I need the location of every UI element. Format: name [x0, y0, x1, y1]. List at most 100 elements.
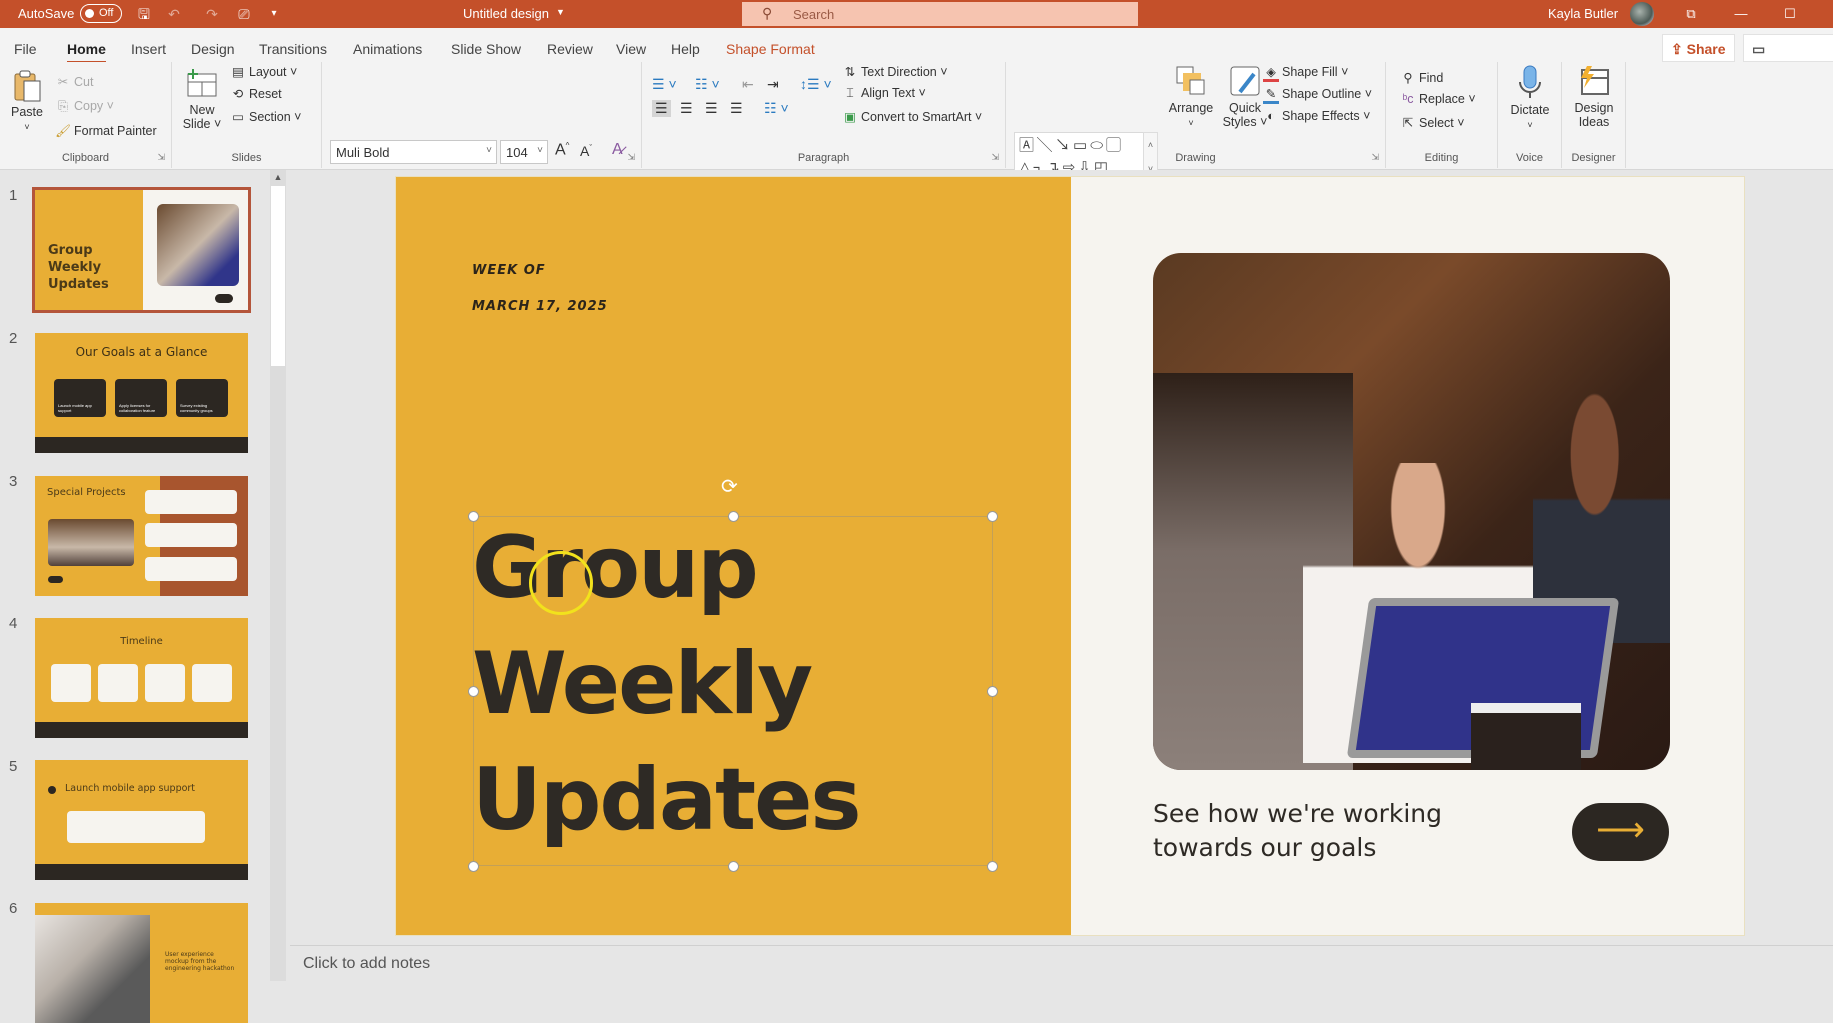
- decrease-indent-icon[interactable]: ⇤: [742, 76, 754, 93]
- resize-handle[interactable]: [987, 511, 998, 522]
- design-ideas-button[interactable]: Design Ideas: [1568, 64, 1620, 129]
- minimize-icon[interactable]: —: [1731, 4, 1751, 24]
- share-icon: ⇪: [1671, 41, 1687, 57]
- tab-view[interactable]: View: [616, 41, 646, 57]
- increase-font-size-icon[interactable]: A^: [555, 141, 569, 159]
- shape-effects-button[interactable]: ◐ Shape Effects ˅: [1263, 109, 1370, 123]
- document-title[interactable]: Untitled design: [463, 6, 549, 21]
- undo-icon[interactable]: ↶: [165, 5, 183, 23]
- week-of-label[interactable]: WEEK OF: [472, 263, 546, 278]
- user-name[interactable]: Kayla Butler: [1548, 6, 1618, 21]
- format-painter-button[interactable]: 🖌 Format Painter: [55, 124, 157, 139]
- resize-handle[interactable]: [468, 861, 479, 872]
- tab-slide-show[interactable]: Slide Show: [451, 41, 521, 57]
- tab-design[interactable]: Design: [191, 41, 235, 57]
- slide-thumbnail-1[interactable]: Group Weekly Updates: [32, 187, 251, 313]
- avatar[interactable]: [1630, 2, 1654, 26]
- section-button[interactable]: ▭ Section ˅: [230, 109, 301, 124]
- resize-handle[interactable]: [728, 861, 739, 872]
- slide-thumbnail-3[interactable]: Special Projects: [35, 476, 248, 596]
- dialog-launcher-icon[interactable]: ⇲: [1371, 152, 1379, 163]
- find-button[interactable]: ⚲ Find: [1400, 70, 1443, 85]
- slide-editor[interactable]: WEEK OF MARCH 17, 2025 Group Weekly Upda…: [395, 176, 1745, 936]
- comments-button[interactable]: ▭ Comments: [1743, 34, 1833, 62]
- save-icon[interactable]: 🖫: [135, 5, 153, 23]
- slide-thumbnail-5[interactable]: Launch mobile app support: [35, 760, 248, 880]
- ribbon-display-icon[interactable]: ⧉: [1681, 4, 1701, 24]
- scrollbar-thumb[interactable]: [271, 186, 285, 366]
- resize-handle[interactable]: [468, 511, 479, 522]
- editing-group: ⚲ Find ᵇc Replace ˅ ⇱ Select ˅ Editing: [1386, 62, 1498, 168]
- scroll-up-icon[interactable]: ▲: [270, 172, 286, 182]
- share-button[interactable]: ⇪ Share: [1662, 34, 1735, 62]
- title-bar: AutoSave Off 🖫 ↶ ↷ ⎚ ▾ Untitled design ▼…: [0, 0, 1833, 28]
- tagline[interactable]: See how we're working towards our goals: [1153, 797, 1442, 865]
- present-icon[interactable]: ⎚: [235, 5, 253, 23]
- paste-button[interactable]: Paste ˅: [8, 68, 46, 133]
- chevron-down-icon[interactable]: ▼: [556, 7, 565, 17]
- cut-button[interactable]: ✂ Cut: [55, 74, 94, 89]
- arrange-button[interactable]: Arrange ˅: [1166, 64, 1216, 129]
- scissors-icon: ✂: [57, 75, 69, 89]
- text-direction-button[interactable]: ⇅ Text Direction ˅: [842, 64, 948, 79]
- numbering-icon[interactable]: ☷ ˅: [695, 76, 720, 93]
- tab-help[interactable]: Help: [671, 41, 700, 57]
- tab-insert[interactable]: Insert: [131, 41, 166, 57]
- align-text-button[interactable]: ⌶ Align Text ˅: [842, 86, 926, 101]
- decrease-font-size-icon[interactable]: Aˇ: [580, 143, 592, 159]
- layout-icon: ▤: [232, 65, 244, 79]
- align-center-icon[interactable]: ☰: [680, 100, 693, 117]
- align-right-icon[interactable]: ☰: [705, 100, 718, 117]
- thumbnail-scrollbar[interactable]: ▲: [270, 170, 286, 981]
- slide-thumbnail-6[interactable]: User experience mockup from the engineer…: [35, 903, 248, 1023]
- align-left-icon[interactable]: ☰: [652, 100, 671, 117]
- dialog-launcher-icon[interactable]: ⇲: [627, 152, 635, 163]
- reset-button[interactable]: ⟲ Reset: [230, 86, 282, 101]
- tab-review[interactable]: Review: [547, 41, 593, 57]
- date-label[interactable]: MARCH 17, 2025: [472, 299, 608, 314]
- shape-outline-button[interactable]: ✎ Shape Outline ˅: [1263, 86, 1372, 104]
- increase-indent-icon[interactable]: ⇥: [767, 76, 779, 93]
- autosave-toggle[interactable]: Off: [80, 4, 122, 23]
- line-spacing-icon[interactable]: ↕☰ ˅: [800, 76, 832, 93]
- clear-formatting-icon[interactable]: A̷: [612, 141, 623, 159]
- font-name-dropdown[interactable]: Muli Bold ˅: [330, 140, 497, 164]
- team-photo[interactable]: [1153, 253, 1670, 770]
- font-size-dropdown[interactable]: 104 ˅: [500, 140, 548, 164]
- search-input[interactable]: ⚲ Search: [742, 2, 1138, 26]
- redo-icon[interactable]: ↷: [203, 5, 221, 23]
- resize-handle[interactable]: [468, 686, 479, 697]
- dictate-button[interactable]: Dictate ˅: [1504, 64, 1556, 131]
- rotate-handle-icon[interactable]: ⟳: [721, 474, 738, 499]
- tab-transitions[interactable]: Transitions: [259, 41, 327, 57]
- resize-handle[interactable]: [987, 686, 998, 697]
- select-button[interactable]: ⇱ Select ˅: [1400, 115, 1465, 130]
- resize-handle[interactable]: [987, 861, 998, 872]
- dialog-launcher-icon[interactable]: ⇲: [157, 152, 165, 163]
- columns-icon[interactable]: ☷ ˅: [764, 100, 789, 117]
- replace-button[interactable]: ᵇc Replace ˅: [1400, 92, 1476, 106]
- layout-button[interactable]: ▤ Layout ˅: [230, 64, 297, 79]
- dialog-launcher-icon[interactable]: ⇲: [991, 152, 999, 163]
- resize-handle[interactable]: [728, 511, 739, 522]
- tab-file[interactable]: File: [14, 41, 37, 57]
- notes-pane[interactable]: Click to add notes: [290, 945, 1833, 981]
- bullets-icon[interactable]: ☰ ˅: [652, 76, 677, 93]
- tab-animations[interactable]: Animations: [353, 41, 422, 57]
- convert-smartart-button[interactable]: ▣ Convert to SmartArt ˅: [842, 109, 982, 124]
- new-slide-button[interactable]: New Slide ˅: [180, 68, 224, 131]
- slide-thumbnails-panel: 1 Group Weekly Updates 2 Our Goals at a …: [0, 170, 290, 1023]
- title-line: Updates: [472, 750, 862, 850]
- customize-toolbar-icon[interactable]: ▾: [265, 5, 283, 23]
- shape-fill-button[interactable]: ◈ Shape Fill ˅: [1263, 64, 1348, 82]
- copy-button[interactable]: ⎘ Copy ˅: [55, 99, 114, 114]
- slide-thumbnail-2[interactable]: Our Goals at a Glance Launch mobile app …: [35, 333, 248, 453]
- tab-home[interactable]: Home: [67, 41, 106, 63]
- arrow-button[interactable]: ⟶: [1572, 803, 1669, 861]
- tab-shape-format[interactable]: Shape Format: [726, 41, 815, 57]
- voice-group: Dictate ˅ Voice: [1498, 62, 1562, 168]
- slide-thumbnail-4[interactable]: Timeline: [35, 618, 248, 738]
- maximize-icon[interactable]: ☐: [1780, 4, 1800, 24]
- autosave-label: AutoSave: [18, 6, 75, 21]
- justify-icon[interactable]: ☰: [730, 100, 743, 117]
